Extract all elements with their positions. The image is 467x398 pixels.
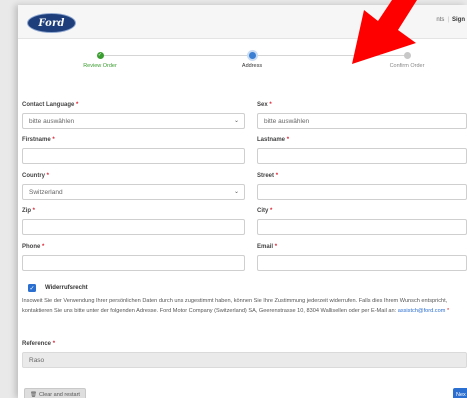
sex-select[interactable]: bitte auswählen <box>257 113 467 129</box>
step-address[interactable]: Address <box>192 49 312 69</box>
firstname-label: Firstname * <box>22 137 55 143</box>
reference-input[interactable]: Raso <box>22 352 467 368</box>
lastname-input[interactable] <box>257 148 467 164</box>
header: Ford nts | Sign <box>18 5 467 39</box>
contact-language-select[interactable]: bitte auswählen ⌄ <box>22 113 245 129</box>
support-email-link[interactable]: assistch@ford.com <box>398 308 446 314</box>
app-frame: Ford nts | Sign ✓ Review Order Address Con… <box>18 5 467 398</box>
step-label: Confirm Order <box>389 63 425 69</box>
street-input[interactable] <box>257 184 467 200</box>
chevron-down-icon: ⌄ <box>233 189 239 195</box>
step-confirm-order[interactable]: Confirm Order <box>347 49 467 69</box>
city-label: City * <box>257 208 273 214</box>
consent-text: Insoweit Sie der Verwendung Ihrer persön… <box>22 298 450 314</box>
pending-step-icon <box>403 52 411 59</box>
contact-language-label: Contact Language * <box>22 102 79 108</box>
clear-and-restart-button[interactable]: 🗑 Clear and restart <box>24 388 86 398</box>
top-nav: nts | Sign <box>433 17 465 23</box>
ford-logo[interactable]: Ford <box>27 13 76 33</box>
sex-label: Sex * <box>257 102 272 108</box>
email-label: Email * <box>257 244 278 250</box>
nav-separator: | <box>447 17 449 23</box>
zip-input[interactable] <box>22 219 245 235</box>
country-select[interactable]: Switzerland ⌄ <box>22 184 245 200</box>
widerrufsrecht-label: Widerrufsrecht <box>45 285 88 291</box>
checkout-stepper: ✓ Review Order Address Confirm Order <box>18 49 467 75</box>
firstname-input[interactable] <box>22 148 245 164</box>
phone-label: Phone * <box>22 244 45 250</box>
lastname-label: Lastname * <box>257 137 290 143</box>
step-label: Address <box>241 63 263 69</box>
email-input[interactable] <box>257 255 467 271</box>
city-input[interactable] <box>257 219 467 235</box>
country-label: Country * <box>22 173 50 179</box>
nav-link-partial[interactable]: nts <box>436 17 444 23</box>
current-step-icon <box>248 52 256 59</box>
next-button[interactable]: Nex <box>453 388 467 398</box>
check-icon: ✓ <box>96 52 104 59</box>
widerrufsrecht-checkbox[interactable]: ✓ <box>28 284 36 292</box>
step-review-order[interactable]: ✓ Review Order <box>40 49 160 69</box>
reference-label: Reference * <box>22 341 56 347</box>
nav-link-sign[interactable]: Sign <box>452 17 465 23</box>
step-label: Review Order <box>83 63 117 69</box>
chevron-down-icon: ⌄ <box>233 118 239 124</box>
street-label: Street * <box>257 173 279 179</box>
zip-label: Zip * <box>22 208 36 214</box>
trash-icon: 🗑 <box>30 392 37 398</box>
phone-input[interactable] <box>22 255 245 271</box>
check-icon: ✓ <box>29 285 35 292</box>
